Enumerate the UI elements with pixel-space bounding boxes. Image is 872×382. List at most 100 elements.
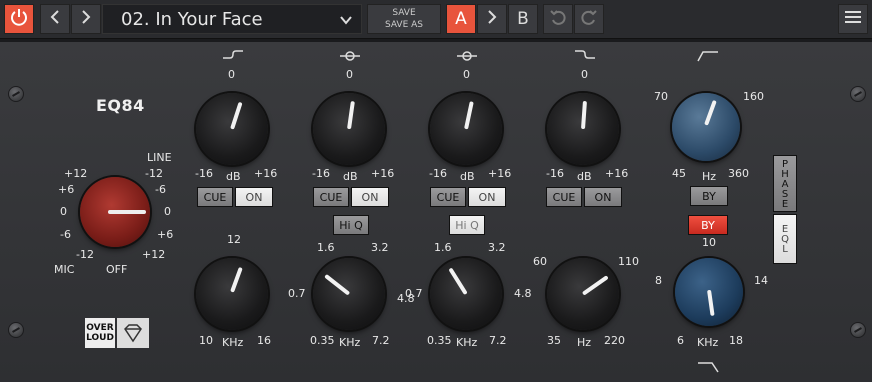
band-2-freq-knob[interactable]: [313, 258, 385, 330]
screw: [8, 322, 24, 338]
eql-button[interactable]: EQL: [773, 214, 797, 264]
ab-b-label: B: [517, 9, 529, 29]
brand-logo: OVER LOUD: [85, 318, 115, 348]
freq-label: 4.8: [514, 287, 532, 300]
ab-copy-button[interactable]: [477, 4, 507, 34]
gain-min-label: -16: [429, 167, 447, 180]
freq-label: 60: [533, 255, 547, 268]
highpass-icon: [697, 49, 719, 66]
freq-label: 1.6: [317, 241, 335, 254]
band-1-gain-knob[interactable]: [196, 93, 268, 165]
input-right-label: -6: [155, 183, 166, 196]
phase-label: PHASE: [779, 158, 791, 209]
input-right-label: -12: [145, 167, 163, 180]
redo-button[interactable]: [574, 4, 604, 34]
menu-button[interactable]: [838, 4, 868, 34]
band-3-cue-button[interactable]: CUE: [430, 187, 466, 207]
phase-button[interactable]: PHASE: [773, 155, 797, 212]
freq-label: 1.6: [434, 241, 452, 254]
band-4-on-button[interactable]: ON: [584, 187, 622, 207]
band-3-on-button[interactable]: ON: [468, 187, 506, 207]
lp-label: 8: [655, 274, 662, 287]
gain-unit-label: dB: [460, 170, 475, 183]
hp-freq-knob[interactable]: [672, 93, 740, 161]
ab-b-button[interactable]: B: [508, 4, 538, 34]
gain-min-label: -16: [312, 167, 330, 180]
chevron-left-icon: [49, 9, 61, 29]
input-right-label: +6: [157, 228, 174, 241]
ab-a-label: A: [455, 9, 467, 29]
freq-label: 220: [604, 334, 625, 347]
input-left-label: +6: [58, 183, 75, 196]
gain-unit-label: dB: [343, 170, 358, 183]
band-2-gain-knob[interactable]: [313, 93, 385, 165]
gain-min-label: -16: [546, 167, 564, 180]
input-left-label: 0: [60, 205, 67, 218]
lp-freq-knob[interactable]: [675, 258, 743, 326]
ab-a-button[interactable]: A: [446, 4, 476, 34]
input-left-label: -6: [60, 228, 71, 241]
toolbar: 02. In Your Face SAVE SAVE AS A B: [0, 0, 872, 39]
band-1-on-button[interactable]: ON: [235, 187, 273, 207]
bell-icon: [339, 49, 361, 66]
band-1-freq-knob[interactable]: [196, 258, 268, 330]
band-4-cue-button[interactable]: CUE: [546, 187, 582, 207]
input-knob[interactable]: [80, 177, 150, 247]
band-3-gain-knob[interactable]: [430, 93, 502, 165]
save-button[interactable]: SAVE: [368, 7, 440, 19]
hp-bypass-button[interactable]: BY: [690, 186, 728, 206]
hp-label: 45: [672, 167, 686, 180]
hp-unit-label: Hz: [702, 170, 717, 183]
hamburger-menu-icon: [844, 9, 862, 29]
gain-max-label: +16: [371, 167, 395, 180]
input-right-label: +12: [142, 248, 166, 261]
band-2-on-button[interactable]: ON: [351, 187, 389, 207]
band-3-freq-knob[interactable]: [430, 258, 502, 330]
line-label: LINE: [147, 151, 172, 164]
power-button[interactable]: [4, 4, 34, 34]
diamond-icon: [117, 318, 149, 348]
bell-icon: [456, 49, 478, 66]
freq-unit-label: KHz: [222, 336, 244, 349]
gain-zero-label: 0: [228, 68, 235, 81]
input-right-label: 0: [164, 205, 171, 218]
chevron-right-icon: [80, 9, 92, 29]
band-4-gain-knob[interactable]: [547, 93, 619, 165]
freq-label: 0.7: [288, 287, 306, 300]
freq-label: 0.7: [405, 287, 423, 300]
band-2-hiq-button[interactable]: Hi Q: [333, 215, 369, 235]
prev-preset-button[interactable]: [40, 4, 70, 34]
next-preset-button[interactable]: [71, 4, 101, 34]
gain-zero-label: 0: [346, 68, 353, 81]
eql-label: EQL: [779, 224, 791, 254]
freq-label: 3.2: [488, 241, 506, 254]
chevron-right-icon: [486, 9, 498, 29]
undo-button[interactable]: [543, 4, 573, 34]
hp-label: 160: [743, 90, 764, 103]
save-box: SAVE SAVE AS: [367, 4, 441, 34]
freq-left-label: 10: [199, 334, 213, 347]
band-4-freq-knob[interactable]: [547, 258, 619, 330]
freq-label: 3.2: [371, 241, 389, 254]
freq-label: 0.35: [427, 334, 452, 347]
mic-label: MIC: [54, 263, 75, 276]
band-2-cue-button[interactable]: CUE: [313, 187, 349, 207]
hp-label: 70: [654, 90, 668, 103]
lp-bypass-button[interactable]: BY: [688, 215, 728, 235]
preset-name: 02. In Your Face: [121, 8, 263, 30]
band-1-cue-button[interactable]: CUE: [197, 187, 233, 207]
gain-max-label: +16: [254, 167, 278, 180]
lp-unit-label: KHz: [697, 336, 719, 349]
redo-icon: [580, 8, 598, 30]
save-as-button[interactable]: SAVE AS: [368, 19, 440, 31]
screw: [850, 86, 866, 102]
low-shelf-icon: [574, 49, 596, 66]
lp-label: 10: [702, 236, 716, 249]
gain-unit-label: dB: [577, 170, 592, 183]
band-3-hiq-button[interactable]: Hi Q: [449, 215, 485, 235]
gain-unit-label: dB: [226, 170, 241, 183]
power-icon: [10, 8, 28, 30]
preset-selector[interactable]: 02. In Your Face: [102, 4, 362, 34]
freq-top-label: 12: [227, 233, 241, 246]
freq-unit-label: KHz: [339, 336, 361, 349]
